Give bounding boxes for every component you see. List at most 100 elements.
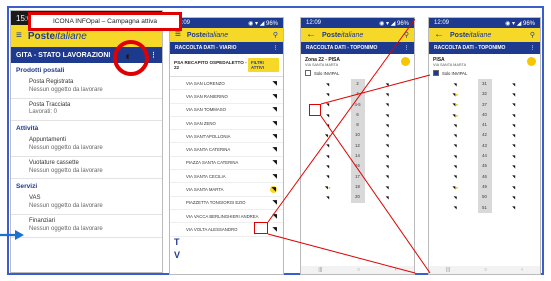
mailbox-icon[interactable]: ◥ [365,92,411,97]
street-row[interactable]: PIAZZETTA TONGIORGI EZIO ◥ [170,197,283,210]
mailbox-icon[interactable]: ◥ [433,123,478,128]
mailbox-icon[interactable]: ◥ [305,92,351,97]
mailbox-icon[interactable]: ◥ [272,120,277,127]
mailbox-icon[interactable]: ◥ [272,173,277,180]
mailbox-icon[interactable]: ◥ [365,154,411,159]
mailbox-icon[interactable]: ◥ [492,82,537,87]
mailbox-icon[interactable]: ◥ [365,82,411,87]
mailbox-icon[interactable]: ◥ [305,195,351,200]
civic-row[interactable]: ◥ ● 18 ◥ [305,181,410,193]
mailbox-icon[interactable]: ◥ [433,195,478,200]
mailbox-icon[interactable]: ◥ [433,164,478,169]
more-vert-icon[interactable]: ⋮ [273,45,278,51]
nav-back-icon[interactable]: ‹ [521,267,523,273]
civic-row[interactable]: ◥ ● 32 ◥ [433,89,537,100]
campaign-icon[interactable]: ◥ [270,186,277,194]
civic-row[interactable]: ◥ 20 ◥ [305,192,411,203]
mailbox-icon[interactable]: ◥ [433,205,478,210]
street-row[interactable]: VIA SANTA CATERINA ◥ [170,143,283,157]
street-row[interactable]: VIA SAN ZENO ◥ [170,117,283,131]
more-vert-icon[interactable]: ⋮ [150,52,157,59]
mailbox-icon[interactable]: ◥ [365,195,411,200]
mailbox-icon[interactable]: ◥ [492,205,537,210]
civic-row[interactable]: ◥ 8 ◥ [305,120,411,131]
location-pin-icon[interactable]: ⚲ [530,31,535,39]
mailbox-icon[interactable]: ◥ [492,143,537,148]
street-row[interactable]: VIA SAN TOMMASO ◥ [170,104,283,117]
civic-row[interactable]: ◥ 42 ◥ [433,130,537,141]
mailbox-icon[interactable]: ◥ [433,174,478,179]
civic-row[interactable]: ◥ 16 ◥ [305,161,410,172]
mailbox-icon[interactable]: ◥ [433,82,478,87]
mailbox-icon[interactable]: ◥ [433,154,478,159]
mailbox-icon[interactable]: ◥ [492,195,537,200]
civic-row[interactable]: ◥ 12 ◥ [305,140,411,152]
civic-row[interactable]: ◥ 4 ◥ [305,89,411,100]
civic-row[interactable]: ◥ 50 ◥ [433,192,537,203]
mailbox-icon[interactable]: ◥ [305,123,351,128]
mailbox-icon[interactable]: ◥ [492,185,537,190]
mailbox-icon[interactable]: ◥ [365,123,411,128]
mailbox-icon[interactable]: ◥ [272,159,277,166]
street-row[interactable]: VIA SAN RANIERINO ◥ [170,90,283,104]
more-vert-icon[interactable]: ⋮ [404,45,409,51]
mailbox-icon[interactable]: ◥ [433,133,478,138]
civic-row[interactable]: ◥ 31 ◥ [433,79,537,90]
worklist-item[interactable]: Finanziari Nessun oggetto da lavorare [11,215,162,238]
nav-home-icon[interactable]: ○ [484,267,487,273]
solo-invipal-checkbox[interactable] [433,70,439,76]
street-row[interactable]: VIA SANTA CECILIA ◥ [170,170,283,184]
solo-invipal-filter[interactable]: Solo INVIPAL [429,69,540,79]
location-pin-icon[interactable]: ⚲ [273,31,278,39]
civic-row[interactable]: ◥ ● 40 ◥ [433,109,537,121]
civic-row[interactable]: ◥ ● 10 ◥ [305,130,410,141]
street-row[interactable]: VIA SANT'APOLLONIA ◥ [170,130,283,144]
civic-row[interactable]: ◥ 43 ◥ [433,140,537,152]
solo-invipal-checkbox[interactable] [305,70,311,76]
mailbox-icon[interactable]: ◥ [492,123,537,128]
hamburger-icon[interactable]: ≡ [175,30,181,40]
civic-row[interactable]: ◥ 46 ◥ [433,171,537,182]
mailbox-icon[interactable]: ◥ [272,226,277,233]
nav-recent-icon[interactable]: ||| [446,267,450,273]
mailbox-icon[interactable]: ◥ [492,133,537,138]
campaign-icon[interactable] [401,57,410,66]
worklist-item[interactable]: Vuotature cassette Nessun oggetto da lavo… [11,157,162,180]
mailbox-icon[interactable]: ◥ [492,92,537,97]
mailbox-icon[interactable]: ◥ [272,106,277,113]
civic-row[interactable]: ◥ 41 ◥ [433,120,537,131]
civic-row[interactable]: ◥ 51 ◥ [433,202,537,213]
location-pin-icon[interactable]: ⚲ [404,31,409,39]
campaign-icon[interactable]: ◥ ● [305,185,351,190]
solo-invipal-filter[interactable]: Solo INVIPAL [301,69,414,79]
campaign-icon[interactable]: ◥ ● [433,102,478,107]
mailbox-icon[interactable]: ◥ [492,154,537,159]
campaign-icon[interactable]: ◥ ● [433,92,478,97]
mailbox-icon[interactable]: ◥ [272,93,277,100]
civic-row[interactable]: ◥ ● 37 ◥ [433,99,536,110]
worklist-item[interactable]: Posta Registrata Nessun oggetto da lavora… [11,76,162,99]
mailbox-icon[interactable]: ◥ [365,143,411,148]
mailbox-icon[interactable]: ◥ [272,146,277,153]
mailbox-icon[interactable]: ◥ [492,174,537,179]
campaign-icon[interactable]: ◥ ● [433,113,478,118]
mailbox-icon[interactable]: ◥ [492,164,537,169]
mailbox-icon[interactable]: ◥ [365,102,411,107]
street-row[interactable]: VIA SAN LORENZO ◥ [170,77,283,91]
mailbox-icon[interactable]: ◥ [492,113,537,118]
worklist-item[interactable]: Appuntamenti Nessun oggetto da lavorare [11,134,162,157]
street-row[interactable]: PIAZZA SANTA CATERINA ◥ [170,157,283,171]
mailbox-icon[interactable]: ◥ [272,199,277,206]
civic-row[interactable]: ◥ 17 ◥ [305,171,411,182]
campaign-icon[interactable] [527,57,536,66]
civic-row[interactable]: ◥ ● 49 ◥ [433,181,537,193]
campaign-icon[interactable]: ◥ ● [433,185,478,190]
mailbox-icon[interactable]: ◥ [305,174,351,179]
mailbox-icon[interactable]: ◥ [365,174,411,179]
mailbox-icon[interactable]: ◥ [305,143,351,148]
civic-row[interactable]: ◥ 44 ◥ [433,151,537,162]
back-arrow-icon[interactable]: ← [434,30,444,40]
mailbox-icon[interactable]: ◥ [272,133,277,140]
street-row[interactable]: VIA SANTA MARTA ◥ [170,183,283,197]
nav-home-icon[interactable]: ○ [357,267,360,273]
